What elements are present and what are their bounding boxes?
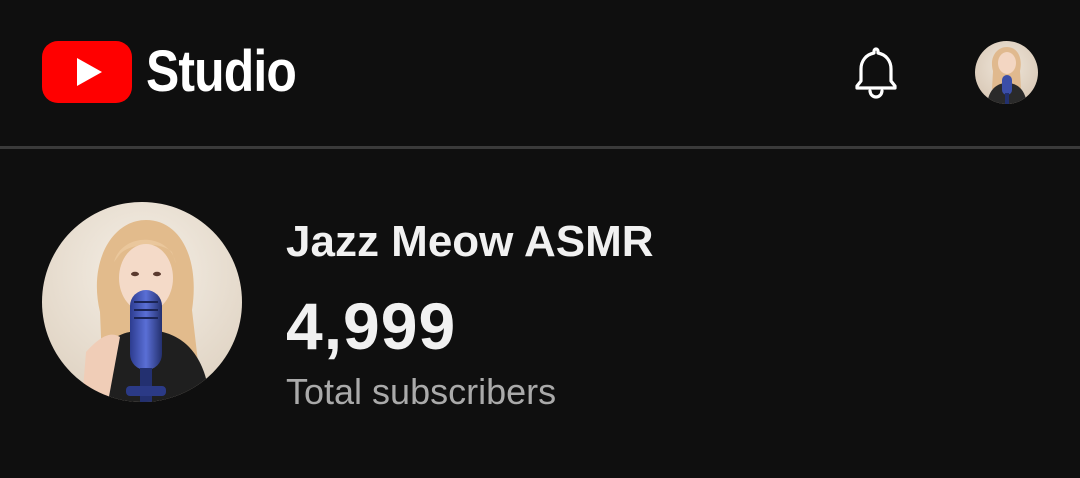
youtube-logo-icon — [42, 41, 132, 103]
account-avatar-image — [975, 41, 1038, 104]
app-bar: Studio — [0, 0, 1080, 146]
channel-name: Jazz Meow ASMR — [286, 217, 654, 266]
notifications-button[interactable] — [848, 42, 904, 102]
bell-icon — [855, 47, 897, 99]
subscriber-count: 4,999 — [286, 289, 457, 363]
header-divider — [0, 146, 1080, 149]
subscriber-label: Total subscribers — [286, 371, 557, 412]
channel-avatar-image — [42, 202, 242, 402]
channel-avatar — [42, 202, 242, 402]
channel-info: Jazz Meow ASMR 4,999 Total subscribers — [286, 210, 654, 416]
youtube-studio-logo[interactable]: Studio — [42, 41, 320, 103]
account-avatar[interactable] — [975, 41, 1038, 104]
app-name: Studio — [146, 39, 297, 104]
